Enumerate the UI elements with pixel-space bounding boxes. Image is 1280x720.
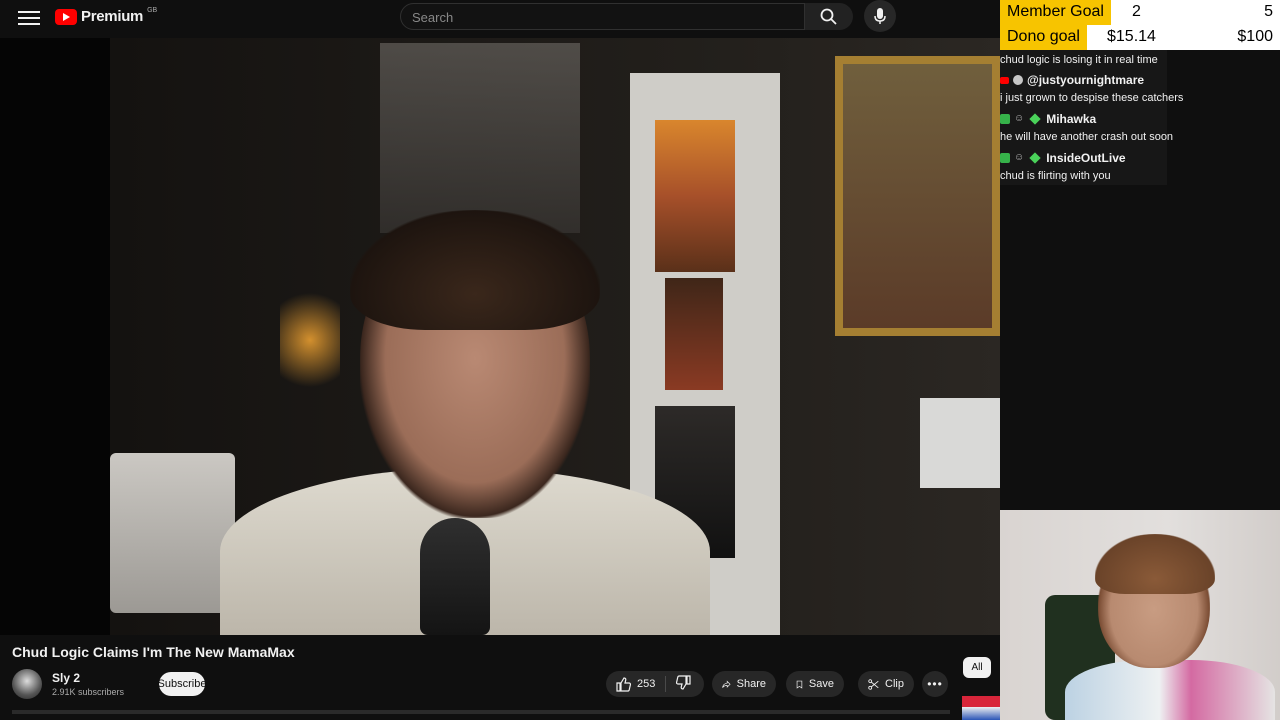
recommended-thumbnail[interactable] — [962, 696, 1000, 720]
share-icon — [722, 679, 731, 688]
microphone — [420, 518, 490, 635]
chat-username: ☺ Mihawka — [1000, 112, 1096, 126]
webcam-person-hair — [1095, 534, 1215, 594]
goal-current: 2 — [1132, 3, 1141, 20]
dono-goal: Dono goal $15.14 $100 — [1000, 25, 1280, 50]
scissors-icon — [868, 678, 879, 690]
stream-goals: Member Goal 2 5 Dono goal $15.14 $100 — [1000, 0, 1280, 50]
filter-chip-all[interactable]: All — [963, 657, 991, 678]
chat-username-text: InsideOutLive — [1046, 151, 1126, 165]
page-progress-bar — [12, 710, 950, 714]
clip-button[interactable]: Clip — [858, 671, 914, 697]
bookmark-icon — [796, 680, 803, 689]
mic-icon — [874, 8, 886, 24]
like-count: 253 — [637, 678, 656, 690]
member-goal: Member Goal 2 5 — [1000, 0, 1280, 25]
goal-current: $15.14 — [1107, 28, 1156, 45]
video-title: Chud Logic Claims I'm The New MamaMax — [12, 644, 295, 660]
person-icon: ☺ — [1014, 113, 1025, 125]
thumbs-down-icon — [676, 675, 691, 690]
divider — [665, 676, 667, 692]
person-icon: ☺ — [1014, 152, 1025, 164]
save-button[interactable]: Save — [786, 671, 844, 697]
like-dislike-group: 253 — [606, 671, 704, 697]
channel-avatar[interactable] — [12, 669, 42, 699]
chat-username-text: Mihawka — [1046, 112, 1097, 126]
chair — [110, 453, 235, 613]
dislike-button[interactable] — [676, 675, 691, 693]
webcam-person-body — [1065, 660, 1275, 720]
search-input[interactable] — [401, 4, 804, 31]
search-button[interactable] — [805, 3, 853, 30]
goal-label: Dono goal — [1000, 25, 1087, 50]
like-button[interactable]: 253 — [616, 676, 656, 692]
video-player[interactable] — [0, 38, 1000, 635]
webcam-overlay — [1000, 510, 1280, 720]
youtube-premium-logo[interactable]: Premium GB — [55, 7, 158, 25]
youtube-badge-icon — [1000, 76, 1009, 84]
goal-target: 5 — [1264, 3, 1273, 20]
more-actions-button[interactable]: ••• — [922, 671, 948, 697]
save-label: Save — [808, 678, 834, 690]
member-badge-icon — [1000, 114, 1010, 125]
search-box[interactable] — [400, 3, 805, 31]
chat-username-text: @justyournightmare — [1027, 73, 1145, 87]
goal-target: $100 — [1237, 28, 1273, 45]
share-label: Share — [736, 678, 766, 690]
chat-username: ☺ InsideOutLive — [1000, 151, 1126, 165]
logo-text: Premium — [81, 8, 144, 25]
share-button[interactable]: Share — [712, 671, 776, 697]
user-avatar-icon — [1013, 75, 1023, 86]
clip-label: Clip — [885, 678, 904, 690]
chat-overlay: chud logic is losing it in real time @ju… — [1000, 50, 1183, 185]
equipment — [920, 398, 1000, 488]
diamond-icon — [1029, 152, 1041, 164]
menu-icon[interactable] — [18, 7, 40, 27]
chat-message: i just grown to despise these catchers — [1000, 92, 1184, 104]
door-poster — [665, 278, 723, 390]
chat-message: he will have another crash out soon — [1000, 131, 1174, 143]
subscribe-button[interactable]: Subscribe — [158, 672, 206, 696]
channel-name[interactable]: Sly 2 — [52, 671, 80, 685]
framed-art — [835, 56, 1000, 336]
voice-search-button[interactable] — [864, 0, 896, 32]
goal-label: Member Goal — [1000, 0, 1111, 25]
top-bar: Premium GB — [0, 0, 1000, 38]
search-icon — [820, 8, 837, 25]
shelf-light — [280, 280, 340, 400]
member-badge-icon — [1000, 153, 1010, 164]
subscriber-count: 2.91K subscribers — [52, 687, 125, 697]
person-hair — [350, 210, 600, 330]
chat-message: chud logic is losing it in real time — [1000, 54, 1158, 66]
thumbs-up-icon — [616, 676, 631, 692]
wall-posters — [380, 43, 580, 233]
logo-region: GB — [147, 7, 158, 14]
door-poster — [655, 120, 735, 272]
chat-message: chud is flirting with you — [1000, 170, 1111, 182]
more-icon: ••• — [927, 677, 943, 691]
chat-username: @justyournightmare — [1000, 73, 1144, 87]
diamond-icon — [1029, 113, 1041, 125]
video-frame — [110, 38, 1000, 635]
youtube-play-icon — [55, 8, 77, 25]
